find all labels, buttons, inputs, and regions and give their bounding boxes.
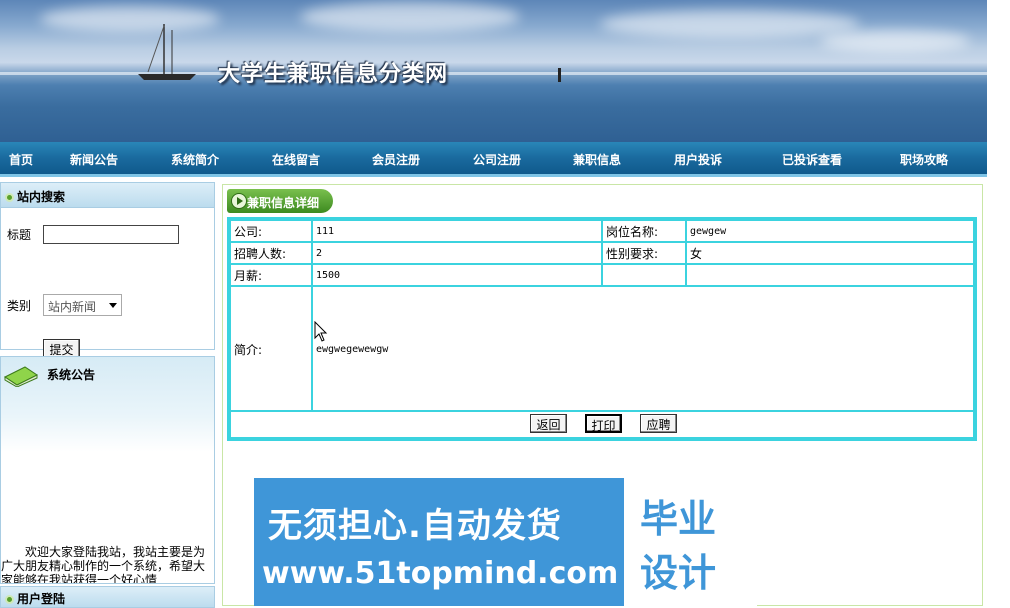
ad-slogan: 无须担心.自动发货 bbox=[268, 506, 562, 546]
salary-value: 1500 bbox=[311, 263, 603, 287]
nav-item-about[interactable]: 系统简介 bbox=[171, 151, 219, 168]
login-panel-title: 用户登陆 bbox=[17, 592, 66, 606]
category-select[interactable]: 站内新闻 bbox=[43, 294, 122, 316]
gender-value: 女 bbox=[685, 241, 975, 265]
nav-item-company-register[interactable]: 公司注册 bbox=[473, 151, 521, 168]
chevron-down-icon bbox=[109, 303, 117, 308]
detail-tab-label: 兼职信息详细 bbox=[247, 196, 320, 210]
company-value: 111 bbox=[311, 219, 603, 243]
position-label: 岗位名称: bbox=[601, 219, 687, 243]
intro-label: 简介: bbox=[229, 285, 313, 412]
sailboat-icon bbox=[138, 24, 196, 80]
ad-banner[interactable]: 无须担心.自动发货 www.51topmind.com 毕业 设计 bbox=[254, 478, 757, 606]
job-detail-table: 公司: 111 岗位名称: gewgew 招聘人数: 2 性别要求: 女 月薪:… bbox=[227, 217, 977, 441]
header-banner: 大学生兼职信息分类网 bbox=[0, 0, 987, 142]
sidebar: 站内搜索 标题 类别 站内新闻 提交 系统公告 欢迎大家登陆我站，我站主要是为广… bbox=[0, 182, 215, 608]
empty-cell bbox=[601, 263, 687, 287]
count-label: 招聘人数: bbox=[229, 241, 313, 265]
nav-item-jobs[interactable]: 兼职信息 bbox=[573, 151, 621, 168]
bullet-icon bbox=[5, 193, 14, 202]
nav-item-view-complaints[interactable]: 已投诉查看 bbox=[782, 151, 842, 168]
notice-panel: 系统公告 欢迎大家登陆我站，我站主要是为广大朋友精心制作的一个系统，希望大家能够… bbox=[0, 356, 215, 584]
mouse-cursor-icon bbox=[314, 321, 328, 342]
title-label: 标题 bbox=[7, 228, 32, 242]
company-label: 公司: bbox=[229, 219, 313, 243]
ad-badge: 毕业 设计 bbox=[624, 478, 757, 606]
search-panel-header: 站内搜索 bbox=[0, 182, 215, 208]
search-panel: 标题 类别 站内新闻 提交 bbox=[0, 208, 215, 358]
back-button[interactable]: 返回 bbox=[530, 414, 567, 433]
main-nav: 首页 新闻公告 系统简介 在线留言 会员注册 公司注册 兼职信息 用户投诉 已投… bbox=[0, 142, 987, 177]
nav-item-messages[interactable]: 在线留言 bbox=[272, 151, 320, 168]
cloud bbox=[300, 2, 520, 32]
book-icon bbox=[4, 366, 38, 387]
page-margin bbox=[987, 0, 1010, 606]
ad-url: www.51topmind.com bbox=[262, 556, 619, 591]
nav-item-career-tips[interactable]: 职场攻略 bbox=[900, 151, 948, 168]
login-panel-header: 用户登陆 bbox=[0, 586, 215, 608]
count-value: 2 bbox=[311, 241, 603, 265]
notice-title: 系统公告 bbox=[47, 368, 96, 382]
position-value: gewgew bbox=[685, 219, 975, 243]
ad-badge-line1: 毕业 bbox=[640, 497, 717, 541]
apply-button[interactable]: 应聘 bbox=[640, 414, 677, 433]
salary-label: 月薪: bbox=[229, 263, 313, 287]
play-icon bbox=[231, 193, 247, 209]
category-selected-value: 站内新闻 bbox=[48, 300, 97, 314]
notice-text: 欢迎大家登陆我站，我站主要是为广大朋友精心制作的一个系统，希望大家能够在我站获得… bbox=[1, 545, 206, 584]
category-label: 类别 bbox=[7, 299, 32, 313]
print-button[interactable]: 打印 bbox=[585, 414, 622, 433]
bullet-icon bbox=[5, 595, 14, 604]
cloud bbox=[820, 30, 970, 52]
nav-item-news[interactable]: 新闻公告 bbox=[70, 151, 118, 168]
action-row: 返回 打印 应聘 bbox=[229, 410, 975, 439]
gender-label: 性别要求: bbox=[601, 241, 687, 265]
ad-badge-line2: 设计 bbox=[640, 551, 717, 595]
nav-item-home[interactable]: 首页 bbox=[9, 151, 33, 168]
buoy bbox=[558, 68, 561, 82]
intro-value: ewgwegewewgw bbox=[311, 285, 975, 412]
nav-item-member-register[interactable]: 会员注册 bbox=[372, 151, 420, 168]
detail-tab: 兼职信息详细 bbox=[227, 189, 333, 213]
site-title: 大学生兼职信息分类网 bbox=[218, 62, 449, 87]
empty-cell bbox=[685, 263, 975, 287]
cloud bbox=[600, 10, 860, 38]
nav-item-complaint[interactable]: 用户投诉 bbox=[674, 151, 722, 168]
search-panel-title: 站内搜索 bbox=[17, 190, 66, 204]
title-input[interactable] bbox=[43, 225, 179, 244]
